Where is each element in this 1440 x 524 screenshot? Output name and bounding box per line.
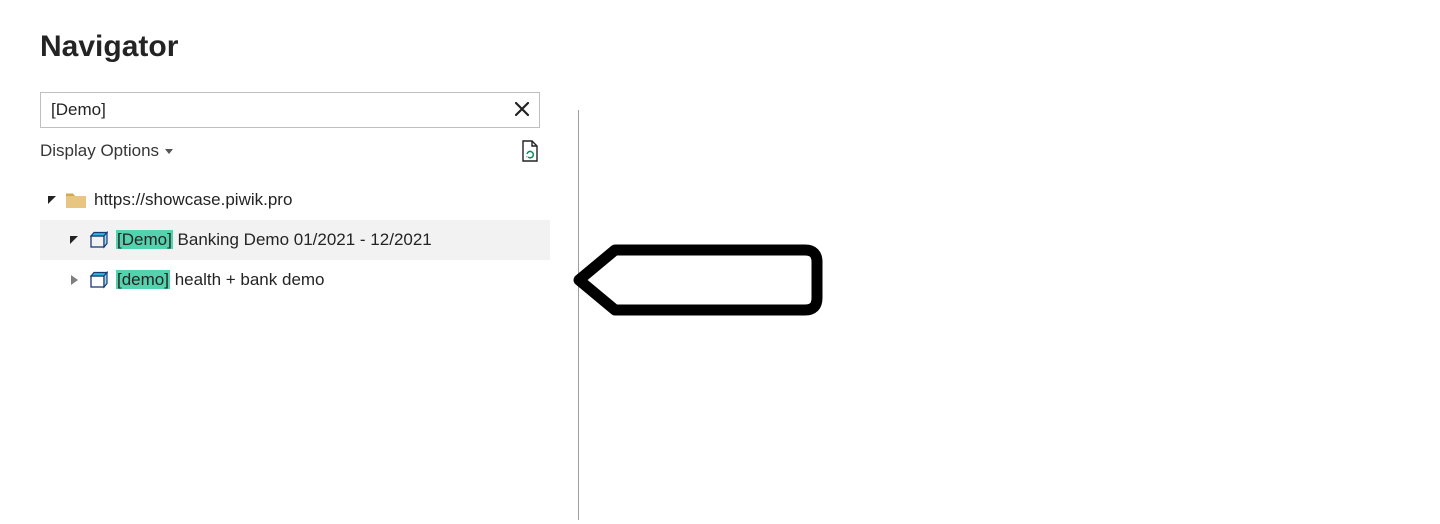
triangle-expanded-icon bbox=[69, 230, 79, 250]
triangle-expanded-icon bbox=[47, 190, 57, 210]
expander-toggle[interactable] bbox=[68, 274, 80, 286]
navigator-tree: https://showcase.piwik.pro [Demo] bbox=[40, 180, 550, 300]
search-box bbox=[40, 92, 540, 128]
tree-node-child-0[interactable]: [Demo] Banking Demo 01/2021 - 12/2021 bbox=[40, 220, 550, 260]
tree-node-label: https://showcase.piwik.pro bbox=[94, 190, 292, 210]
close-icon bbox=[515, 99, 529, 122]
tree-node-text: Banking Demo 01/2021 - 12/2021 bbox=[173, 230, 432, 249]
display-options-label: Display Options bbox=[40, 141, 159, 161]
expander-toggle[interactable] bbox=[46, 194, 58, 206]
display-options-dropdown[interactable]: Display Options bbox=[40, 141, 173, 161]
cube-icon bbox=[88, 231, 108, 249]
triangle-collapsed-icon bbox=[71, 275, 78, 285]
callout-arrow-annotation bbox=[573, 244, 823, 321]
tree-node-label: [Demo] Banking Demo 01/2021 - 12/2021 bbox=[116, 230, 432, 250]
tree-node-child-1[interactable]: [demo] health + bank demo bbox=[40, 260, 550, 300]
refresh-button[interactable] bbox=[520, 140, 540, 162]
folder-icon bbox=[66, 191, 86, 209]
tree-node-label: [demo] health + bank demo bbox=[116, 270, 325, 290]
clear-search-button[interactable] bbox=[505, 93, 539, 127]
search-highlight: [demo] bbox=[116, 270, 170, 289]
document-refresh-icon bbox=[520, 140, 540, 162]
tree-node-root[interactable]: https://showcase.piwik.pro bbox=[40, 180, 550, 220]
tree-node-text: health + bank demo bbox=[170, 270, 325, 289]
search-highlight: [Demo] bbox=[116, 230, 173, 249]
page-title: Navigator bbox=[40, 30, 1400, 64]
navigator-pane: Display Options bbox=[40, 92, 550, 300]
options-row: Display Options bbox=[40, 140, 540, 162]
cube-icon bbox=[88, 271, 108, 289]
expander-toggle[interactable] bbox=[68, 234, 80, 246]
search-input[interactable] bbox=[41, 94, 505, 126]
chevron-down-icon bbox=[165, 149, 173, 154]
